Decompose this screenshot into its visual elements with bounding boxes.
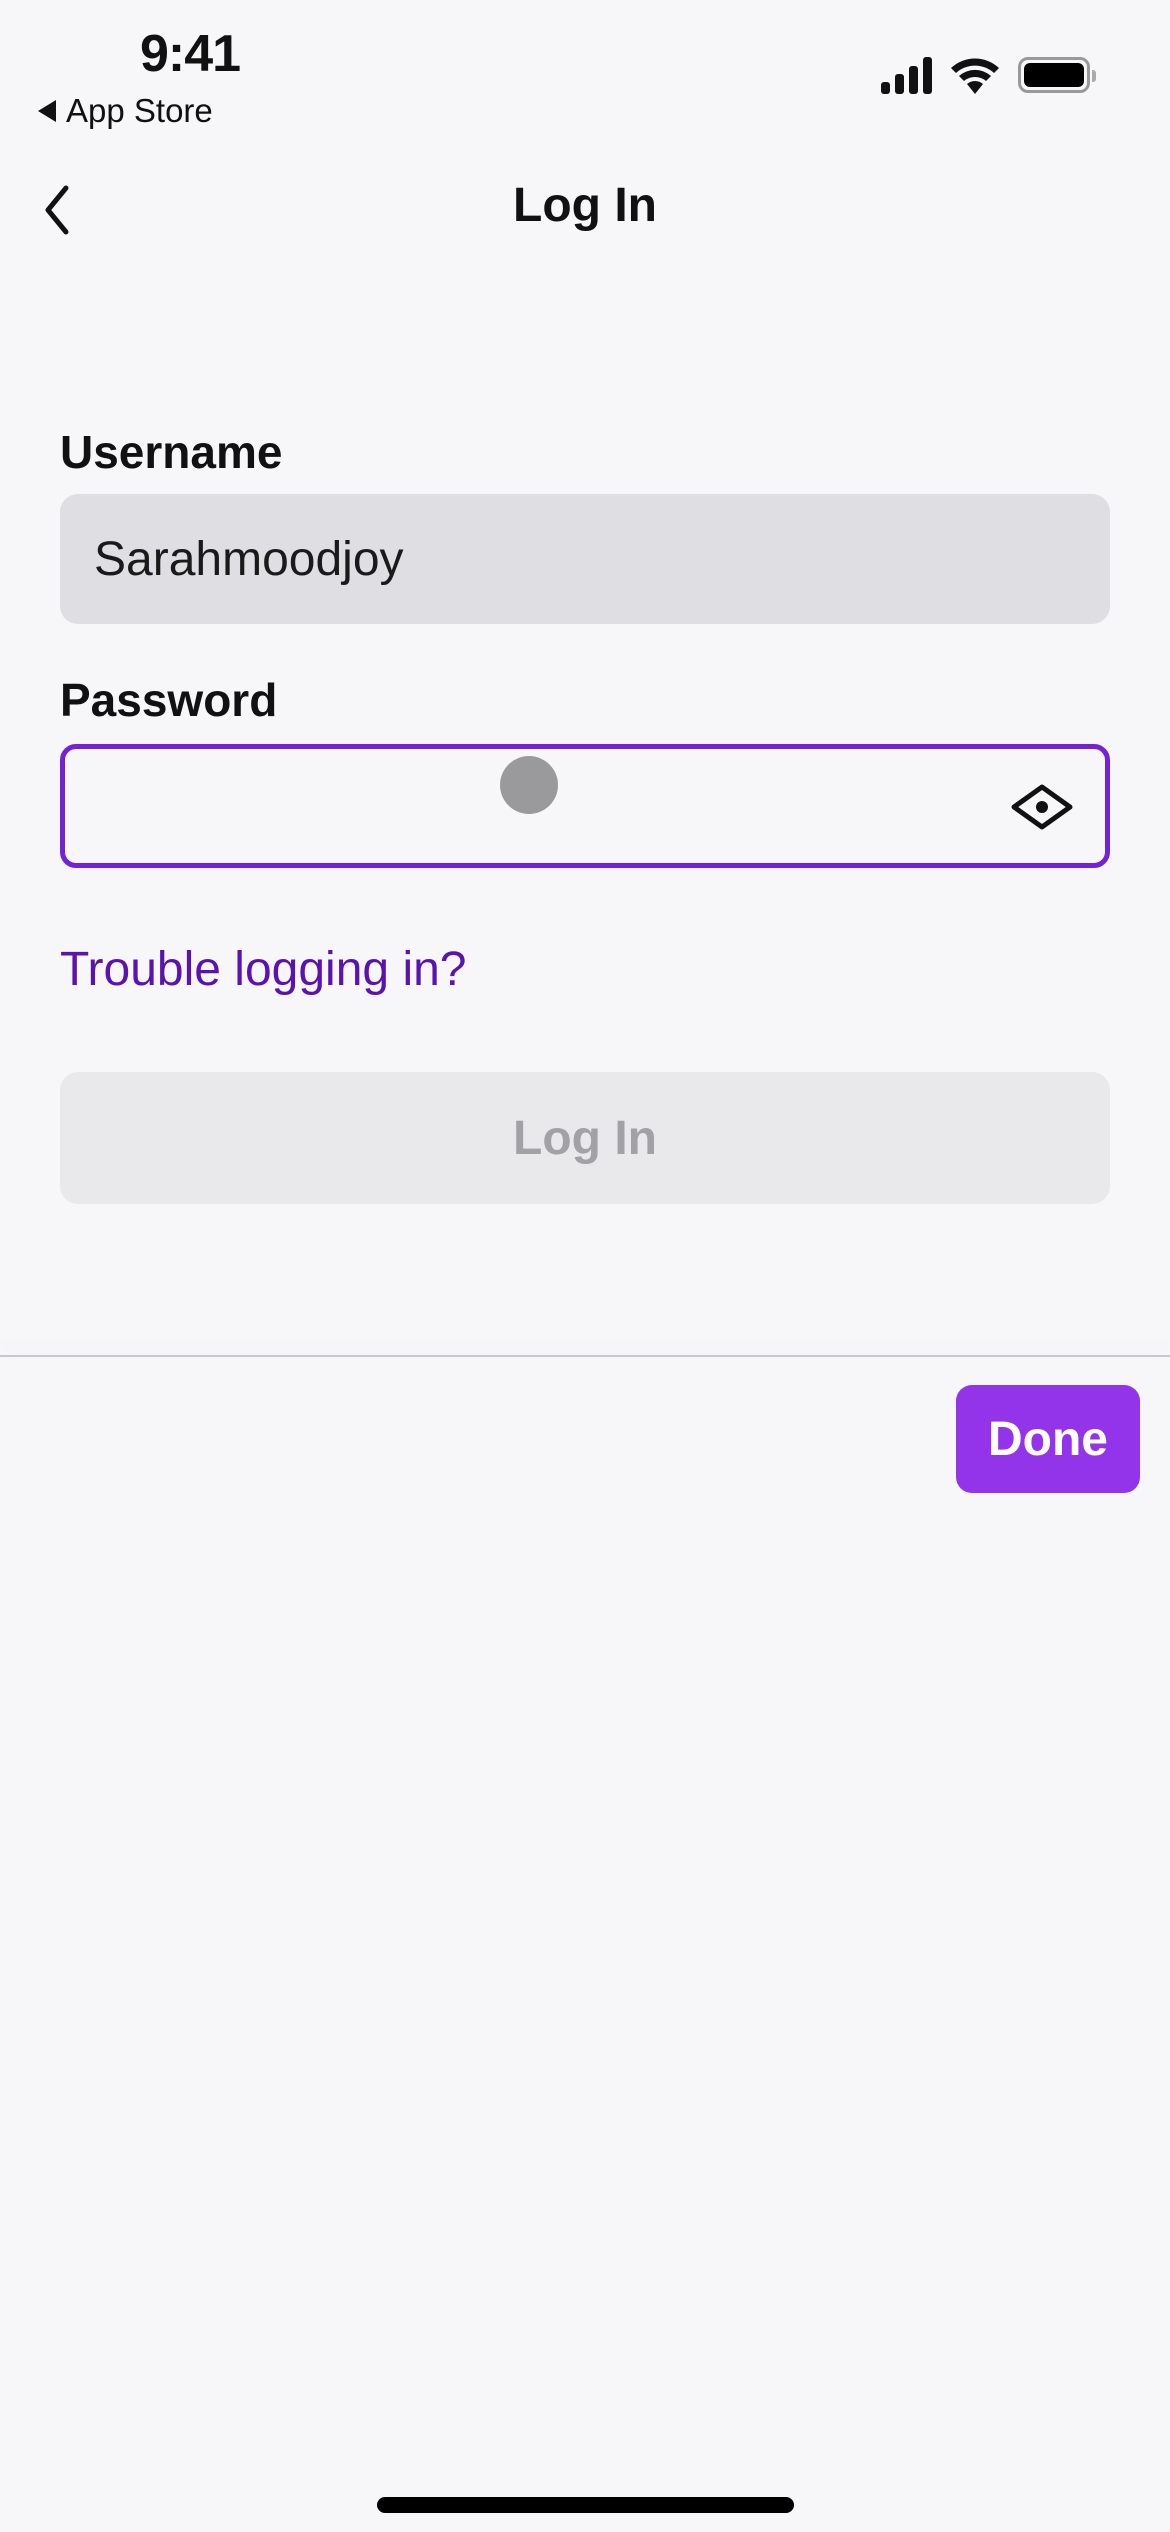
page-title: Log In (513, 179, 657, 232)
battery-icon (1018, 57, 1096, 93)
status-time: 9:41 (140, 25, 241, 83)
back-app-label: App Store (66, 92, 213, 129)
login-button[interactable]: Log In (60, 1072, 1110, 1204)
password-input[interactable] (60, 744, 1110, 868)
password-label: Password (60, 674, 278, 726)
username-input[interactable]: Sarahmoodjoy (60, 494, 1110, 624)
cellular-signal-icon (881, 56, 932, 94)
back-triangle-icon (38, 100, 56, 122)
username-value: Sarahmoodjoy (94, 532, 404, 586)
back-to-app-store[interactable]: App Store (38, 92, 213, 130)
username-label: Username (60, 426, 283, 478)
home-indicator[interactable] (377, 2497, 794, 2513)
status-icons (881, 56, 1096, 94)
wifi-icon (951, 58, 999, 94)
trouble-logging-in-link[interactable]: Trouble logging in? (60, 942, 467, 997)
touch-indicator (500, 756, 558, 814)
done-button[interactable]: Done (956, 1385, 1140, 1493)
keyboard-toolbar-divider (0, 1355, 1170, 1357)
eye-icon[interactable] (1011, 783, 1073, 831)
